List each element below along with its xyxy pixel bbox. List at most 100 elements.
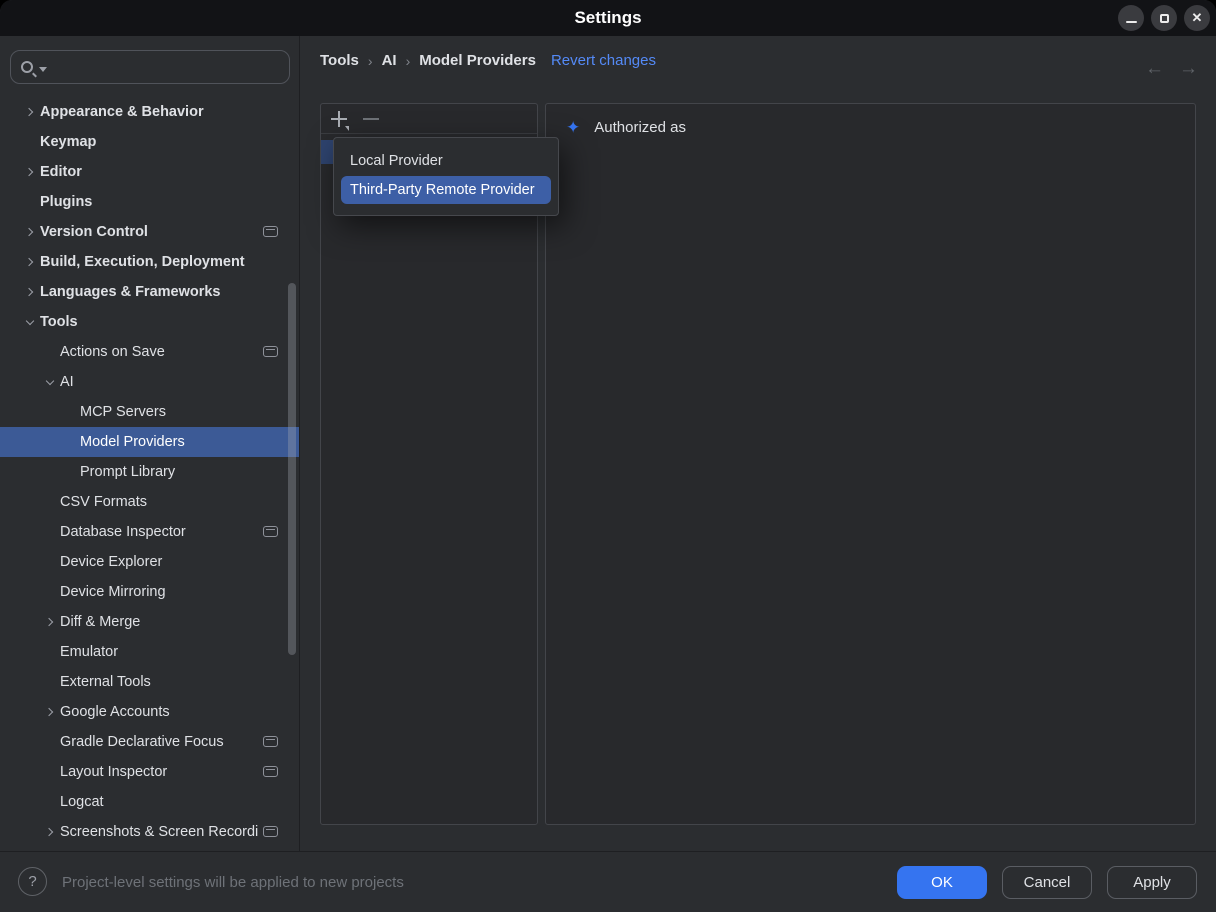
chevron-right-icon[interactable] <box>40 709 60 715</box>
chevron-right-icon <box>25 288 33 296</box>
sidebar-item-label: Screenshots & Screen Recordi <box>60 824 258 840</box>
apply-button[interactable]: Apply <box>1107 866 1197 899</box>
sidebar-item-label: Tools <box>40 314 78 330</box>
sidebar-item-appearance-behavior[interactable]: Appearance & Behavior <box>0 97 299 127</box>
sidebar-item-editor[interactable]: Editor <box>0 157 299 187</box>
sidebar-item-tools[interactable]: Tools <box>0 307 299 337</box>
sidebar-item-label: Gradle Declarative Focus <box>60 734 224 750</box>
search-icon <box>21 61 33 73</box>
ai-diamond-icon: ✦ <box>566 119 580 136</box>
chevron-right-icon <box>45 708 53 716</box>
sidebar-item-device-explorer[interactable]: Device Explorer <box>0 547 299 577</box>
sidebar-item-csv-formats[interactable]: CSV Formats <box>0 487 299 517</box>
chevron-down-icon <box>46 376 54 384</box>
sidebar-item-label: Device Explorer <box>60 554 162 570</box>
footer-hint: Project-level settings will be applied t… <box>62 852 404 912</box>
sidebar-item-actions-on-save[interactable]: Actions on Save <box>0 337 299 367</box>
main-panel: Tools›AI›Model ProvidersRevert changes ←… <box>300 36 1216 851</box>
sidebar-item-gradle-declarative-focus[interactable]: Gradle Declarative Focus <box>0 727 299 757</box>
minimize-icon <box>1126 21 1137 23</box>
breadcrumb-item-tools[interactable]: Tools <box>320 52 359 69</box>
sidebar-scrollbar[interactable] <box>288 283 296 655</box>
sidebar-item-label: Emulator <box>60 644 118 660</box>
window-title: Settings <box>0 0 1216 36</box>
breadcrumb: Tools›AI›Model ProvidersRevert changes <box>320 52 656 69</box>
sidebar-item-emulator[interactable]: Emulator <box>0 637 299 667</box>
sidebar-item-prompt-library[interactable]: Prompt Library <box>0 457 299 487</box>
sidebar-item-version-control[interactable]: Version Control <box>0 217 299 247</box>
popup-item-local-provider[interactable]: Local Provider <box>341 147 551 175</box>
per-project-settings-icon <box>263 226 278 237</box>
sidebar-item-label: Appearance & Behavior <box>40 104 204 120</box>
minimize-button[interactable] <box>1118 5 1144 31</box>
sidebar-item-build-execution-deployment[interactable]: Build, Execution, Deployment <box>0 247 299 277</box>
maximize-button[interactable] <box>1151 5 1177 31</box>
search-input[interactable] <box>10 50 290 84</box>
add-provider-button[interactable] <box>331 111 347 127</box>
sidebar-item-layout-inspector[interactable]: Layout Inspector <box>0 757 299 787</box>
revert-changes-link[interactable]: Revert changes <box>551 52 656 69</box>
chevron-right-icon <box>45 618 53 626</box>
sidebar-item-diff-merge[interactable]: Diff & Merge <box>0 607 299 637</box>
back-arrow-icon[interactable]: ← <box>1145 58 1164 80</box>
chevron-right-icon[interactable] <box>20 229 40 235</box>
sidebar-item-label: Google Accounts <box>60 704 170 720</box>
chevron-right-icon[interactable] <box>20 169 40 175</box>
per-project-settings-icon <box>263 346 278 357</box>
sidebar-item-screenshots-screen-recordi[interactable]: Screenshots & Screen Recordi <box>0 817 299 847</box>
sidebar-item-label: Languages & Frameworks <box>40 284 221 300</box>
sidebar-item-database-inspector[interactable]: Database Inspector <box>0 517 299 547</box>
chevron-down-icon[interactable] <box>20 321 40 324</box>
help-icon: ? <box>28 873 36 890</box>
sidebar-item-label: Database Inspector <box>60 524 186 540</box>
add-provider-popup: Local ProviderThird-Party Remote Provide… <box>333 137 559 216</box>
settings-dialog: Settings ✕ Appearance & Behavior Keymap Ed… <box>0 0 1216 912</box>
sidebar-item-label: CSV Formats <box>60 494 147 510</box>
sidebar-item-label: Version Control <box>40 224 148 240</box>
sidebar-item-label: Prompt Library <box>80 464 175 480</box>
breadcrumb-item-model-providers[interactable]: Model Providers <box>419 52 536 69</box>
chevron-right-icon <box>25 108 33 116</box>
cancel-button[interactable]: Cancel <box>1002 866 1092 899</box>
close-icon: ✕ <box>1192 10 1203 26</box>
chevron-down-icon <box>26 316 34 324</box>
sidebar-item-label: External Tools <box>60 674 151 690</box>
breadcrumb-item-ai[interactable]: AI <box>382 52 397 69</box>
sidebar-item-logcat[interactable]: Logcat <box>0 787 299 817</box>
sidebar-item-label: Device Mirroring <box>60 584 166 600</box>
authorized-as-row: ✦ Authorized as <box>566 119 686 136</box>
sidebar-item-plugins[interactable]: Plugins <box>0 187 299 217</box>
chevron-right-icon <box>45 828 53 836</box>
search-history-chevron-icon <box>39 67 47 72</box>
sidebar-item-model-providers[interactable]: Model Providers <box>0 427 299 457</box>
chevron-right-icon[interactable] <box>20 289 40 295</box>
sidebar-item-ai[interactable]: AI <box>0 367 299 397</box>
forward-arrow-icon[interactable]: → <box>1179 58 1198 80</box>
chevron-right-icon[interactable] <box>20 259 40 265</box>
sidebar-item-google-accounts[interactable]: Google Accounts <box>0 697 299 727</box>
per-project-settings-icon <box>263 826 278 837</box>
per-project-settings-icon <box>263 526 278 537</box>
chevron-right-icon <box>25 168 33 176</box>
sidebar-item-device-mirroring[interactable]: Device Mirroring <box>0 577 299 607</box>
chevron-right-icon[interactable] <box>40 829 60 835</box>
sidebar-item-languages-frameworks[interactable]: Languages & Frameworks <box>0 277 299 307</box>
per-project-settings-icon <box>263 736 278 747</box>
sidebar-item-mcp-servers[interactable]: MCP Servers <box>0 397 299 427</box>
popup-item-third-party-remote-provider[interactable]: Third-Party Remote Provider <box>341 176 551 204</box>
chevron-right-icon[interactable] <box>20 109 40 115</box>
chevron-right-icon[interactable] <box>40 619 60 625</box>
remove-provider-button[interactable] <box>363 118 379 120</box>
sidebar-item-keymap[interactable]: Keymap <box>0 127 299 157</box>
sidebar-item-label: Model Providers <box>80 434 185 450</box>
sidebar-item-label: Keymap <box>40 134 96 150</box>
sidebar-item-external-tools[interactable]: External Tools <box>0 667 299 697</box>
title-bar: Settings ✕ <box>0 0 1216 36</box>
ok-button[interactable]: OK <box>897 866 987 899</box>
help-button[interactable]: ? <box>18 867 47 896</box>
breadcrumb-separator: › <box>406 53 411 69</box>
chevron-down-icon[interactable] <box>40 381 60 384</box>
sidebar-item-label: Build, Execution, Deployment <box>40 254 245 270</box>
close-button[interactable]: ✕ <box>1184 5 1210 31</box>
sidebar-item-label: Actions on Save <box>60 344 165 360</box>
